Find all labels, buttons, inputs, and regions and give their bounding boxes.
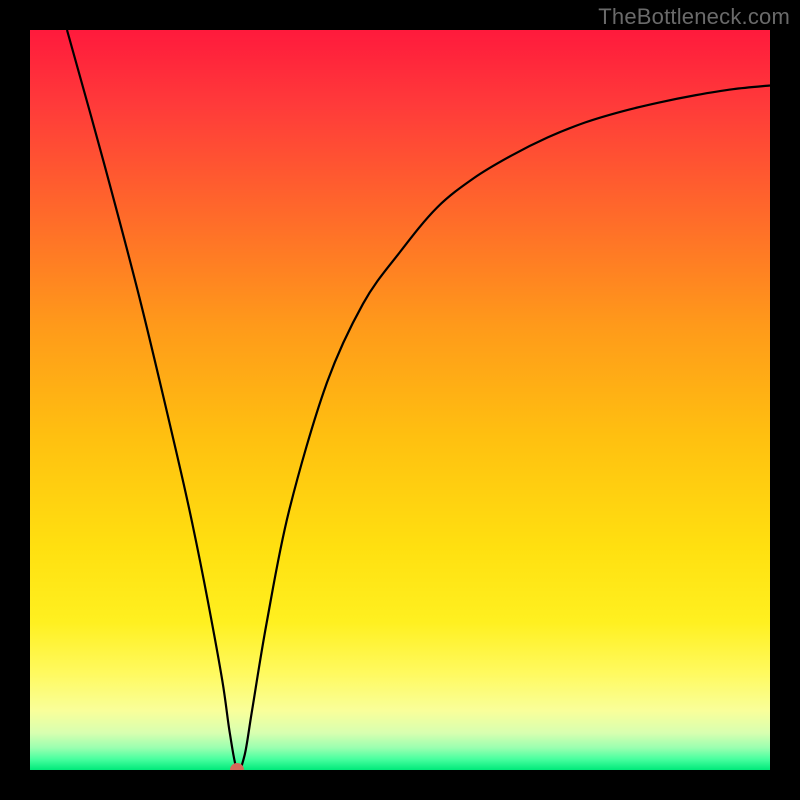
optimal-point-marker (230, 763, 244, 770)
chart-frame: TheBottleneck.com (0, 0, 800, 800)
watermark-label: TheBottleneck.com (598, 4, 790, 30)
bottleneck-curve (30, 30, 770, 770)
plot-area (30, 30, 770, 770)
